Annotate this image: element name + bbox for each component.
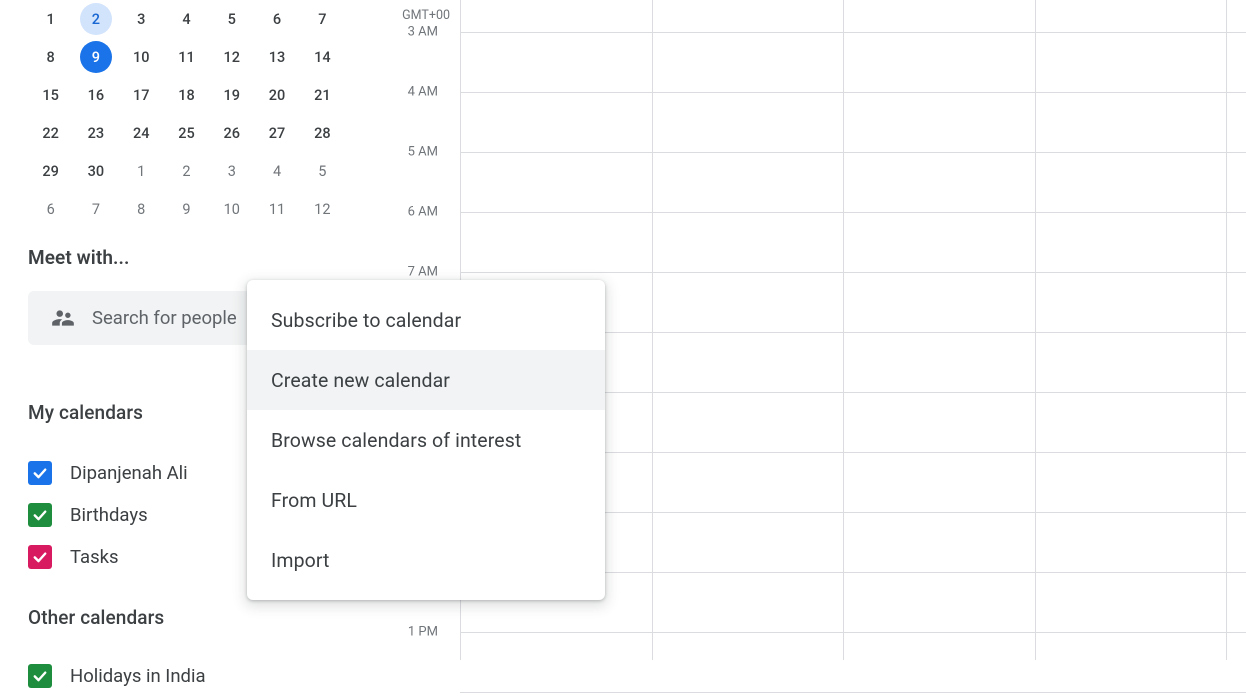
calendar-label: Birthdays (70, 504, 148, 526)
add-calendar-context-menu: Subscribe to calendarCreate new calendar… (247, 280, 605, 600)
mini-calendar[interactable]: 1234567891011121314151617181920212223242… (28, 0, 345, 228)
other-calendars-list: Holidays in India (28, 655, 360, 697)
mini-calendar-day[interactable]: 11 (164, 38, 209, 76)
hour-label: 6 AM (408, 205, 438, 220)
grid-horizontal-line (460, 272, 1246, 273)
hour-label: 4 AM (408, 85, 438, 100)
calendar-label: Holidays in India (70, 665, 206, 687)
mini-calendar-day[interactable]: 10 (119, 38, 164, 76)
calendar-checkbox[interactable] (28, 503, 52, 527)
mini-calendar-day[interactable]: 1 (28, 0, 73, 38)
mini-calendar-day[interactable]: 12 (300, 190, 345, 228)
mini-calendar-day[interactable]: 1 (119, 152, 164, 190)
mini-calendar-day[interactable]: 10 (209, 190, 254, 228)
mini-calendar-day[interactable]: 15 (28, 76, 73, 114)
calendar-checkbox[interactable] (28, 664, 52, 688)
mini-calendar-day[interactable]: 7 (73, 190, 118, 228)
grid-horizontal-line (460, 692, 1246, 693)
calendar-label: Dipanjenah Ali (70, 462, 188, 484)
hour-label: 7 AM (408, 265, 438, 280)
mini-calendar-day[interactable]: 28 (300, 114, 345, 152)
mini-calendar-day[interactable]: 5 (209, 0, 254, 38)
mini-calendar-day[interactable]: 5 (300, 152, 345, 190)
context-menu-item[interactable]: Create new calendar (247, 350, 605, 410)
mini-calendar-day[interactable]: 4 (254, 152, 299, 190)
mini-calendar-day[interactable]: 12 (209, 38, 254, 76)
grid-horizontal-line (460, 32, 1246, 33)
mini-calendar-day[interactable]: 19 (209, 76, 254, 114)
people-icon (50, 305, 76, 331)
mini-calendar-day[interactable]: 13 (254, 38, 299, 76)
mini-calendar-day[interactable]: 4 (164, 0, 209, 38)
mini-calendar-day[interactable]: 24 (119, 114, 164, 152)
mini-calendar-day[interactable]: 16 (73, 76, 118, 114)
calendar-checkbox[interactable] (28, 461, 52, 485)
context-menu-item[interactable]: Browse calendars of interest (247, 410, 605, 470)
mini-calendar-day[interactable]: 20 (254, 76, 299, 114)
mini-calendar-day[interactable]: 29 (28, 152, 73, 190)
mini-calendar-day[interactable]: 2 (164, 152, 209, 190)
mini-calendar-day[interactable]: 27 (254, 114, 299, 152)
mini-calendar-day[interactable]: 8 (119, 190, 164, 228)
grid-horizontal-line (460, 212, 1246, 213)
context-menu-item[interactable]: Subscribe to calendar (247, 290, 605, 350)
grid-vertical-line (843, 0, 844, 660)
mini-calendar-day[interactable]: 17 (119, 76, 164, 114)
hour-label: 5 AM (408, 145, 438, 160)
mini-calendar-day[interactable]: 3 (119, 0, 164, 38)
mini-calendar-day[interactable]: 21 (300, 76, 345, 114)
grid-vertical-line (1226, 0, 1227, 660)
mini-calendar-day[interactable]: 25 (164, 114, 209, 152)
mini-calendar-day[interactable]: 6 (28, 190, 73, 228)
mini-calendar-day[interactable]: 8 (28, 38, 73, 76)
hour-label: 1 PM (408, 625, 438, 640)
mini-calendar-day[interactable]: 2 (73, 0, 118, 38)
grid-horizontal-line (460, 92, 1246, 93)
grid-horizontal-line (460, 152, 1246, 153)
grid-vertical-line (652, 0, 653, 660)
calendar-checkbox[interactable] (28, 545, 52, 569)
mini-calendar-day[interactable]: 14 (300, 38, 345, 76)
context-menu-item[interactable]: From URL (247, 470, 605, 530)
grid-vertical-line (1035, 0, 1036, 660)
mini-calendar-day[interactable]: 7 (300, 0, 345, 38)
mini-calendar-day[interactable]: 6 (254, 0, 299, 38)
other-calendars-heading: Other calendars (28, 606, 360, 629)
mini-calendar-day[interactable]: 18 (164, 76, 209, 114)
grid-horizontal-line (460, 632, 1246, 633)
mini-calendar-day[interactable]: 3 (209, 152, 254, 190)
context-menu-item[interactable]: Import (247, 530, 605, 590)
mini-calendar-day[interactable]: 9 (73, 38, 118, 76)
mini-calendar-day[interactable]: 23 (73, 114, 118, 152)
hour-label: 3 AM (408, 25, 438, 40)
timezone-label: GMT+00 (402, 8, 450, 23)
mini-calendar-day[interactable]: 11 (254, 190, 299, 228)
mini-calendar-day[interactable]: 30 (73, 152, 118, 190)
meet-with-heading: Meet with... (28, 246, 360, 269)
mini-calendar-day[interactable]: 22 (28, 114, 73, 152)
mini-calendar-day[interactable]: 26 (209, 114, 254, 152)
calendar-label: Tasks (70, 546, 119, 568)
mini-calendar-day[interactable]: 9 (164, 190, 209, 228)
calendar-list-item[interactable]: Holidays in India (28, 655, 360, 697)
